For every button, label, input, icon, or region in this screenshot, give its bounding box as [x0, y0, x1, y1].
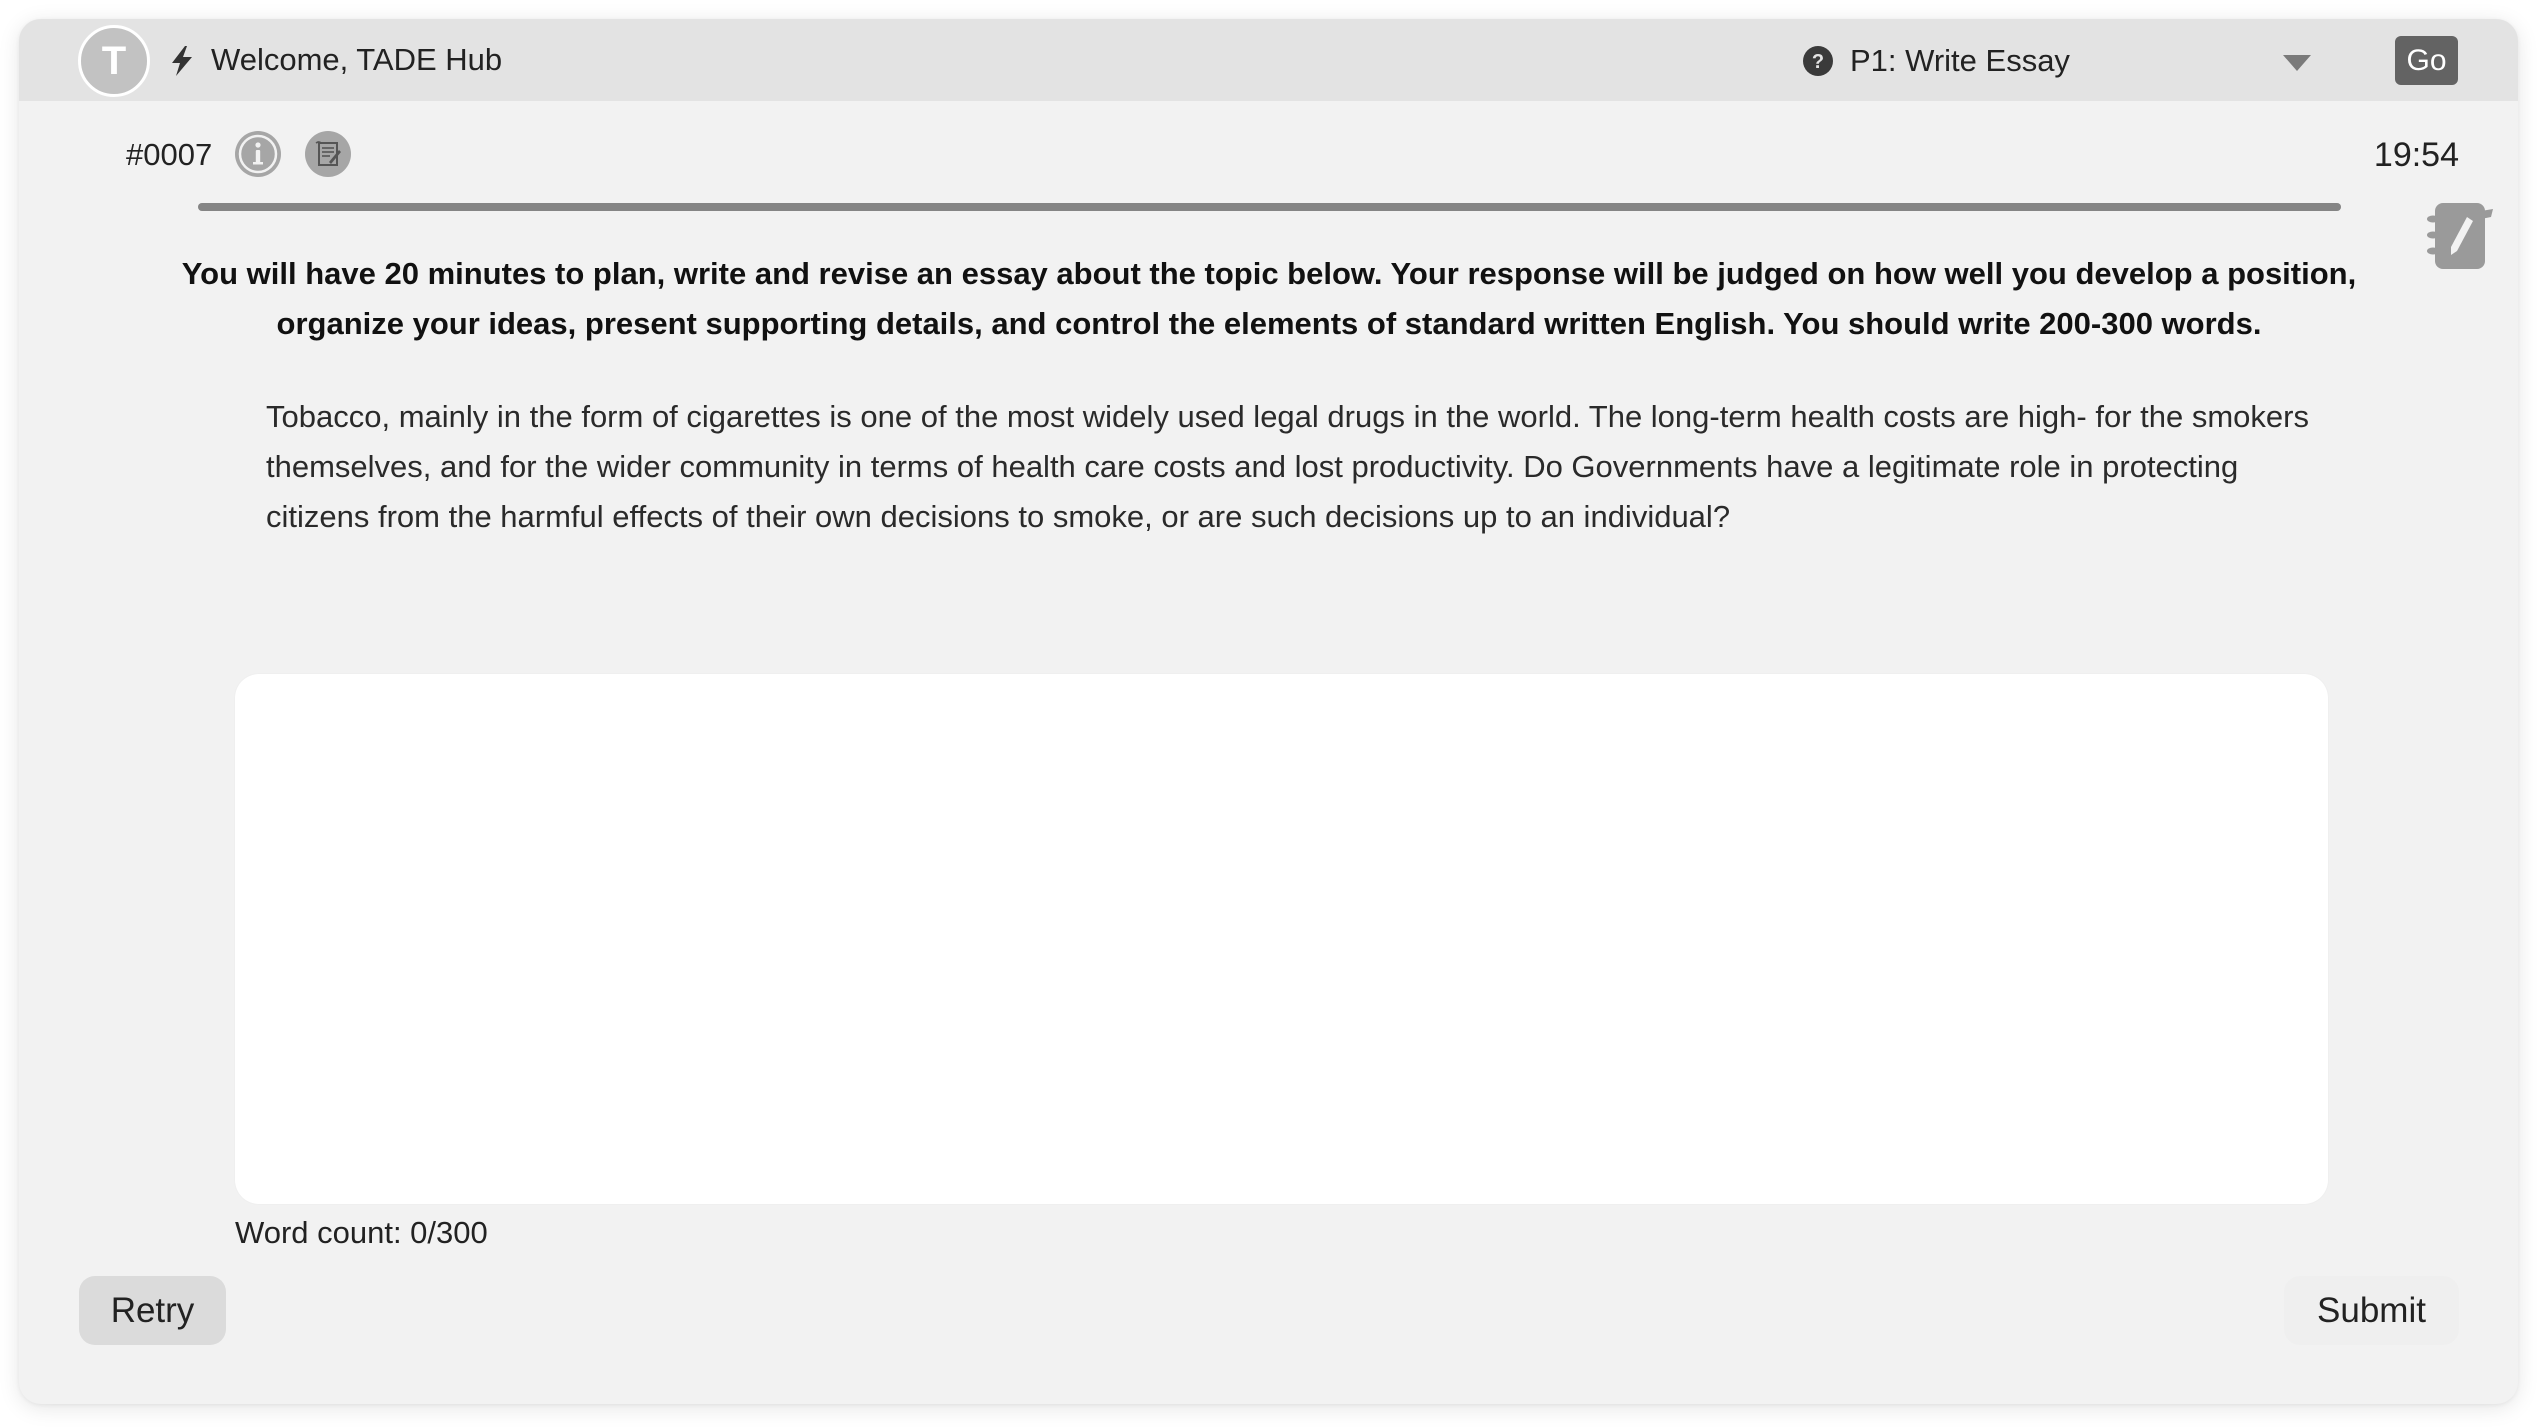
essay-textarea[interactable]: [235, 674, 2328, 1204]
chevron-down-icon[interactable]: [2283, 55, 2311, 71]
avatar[interactable]: T: [78, 25, 150, 97]
time-progress-bar: [198, 203, 2341, 211]
essay-prompt: Tobacco, mainly in the form of cigarette…: [266, 399, 2309, 534]
word-count: Word count: 0/300: [235, 1215, 488, 1250]
info-icon[interactable]: [234, 130, 282, 178]
notes-icon[interactable]: [304, 130, 352, 178]
essay-card: T Welcome, TADE Hub ? P1: Write Essay Go…: [19, 19, 2518, 1404]
retry-button[interactable]: Retry: [79, 1276, 226, 1345]
question-id: #0007: [126, 137, 213, 172]
svg-text:?: ?: [1812, 51, 1824, 73]
instructions-text: You will have 20 minutes to plan, write …: [181, 256, 2357, 341]
welcome-text: Welcome, TADE Hub: [211, 42, 503, 77]
lightning-icon: [172, 46, 192, 76]
submit-button[interactable]: Submit: [2284, 1276, 2459, 1345]
progress-fill: [198, 203, 2341, 211]
task-select[interactable]: ? P1: Write Essay: [1801, 33, 2341, 89]
header-bar: T Welcome, TADE Hub ? P1: Write Essay Go: [19, 19, 2518, 101]
help-icon[interactable]: ?: [1803, 46, 1833, 76]
task-select-value: P1: Write Essay: [1850, 43, 2070, 78]
go-button[interactable]: Go: [2395, 36, 2458, 85]
countdown-timer: 19:54: [2373, 136, 2459, 174]
notepad-icon[interactable]: [2421, 197, 2497, 273]
